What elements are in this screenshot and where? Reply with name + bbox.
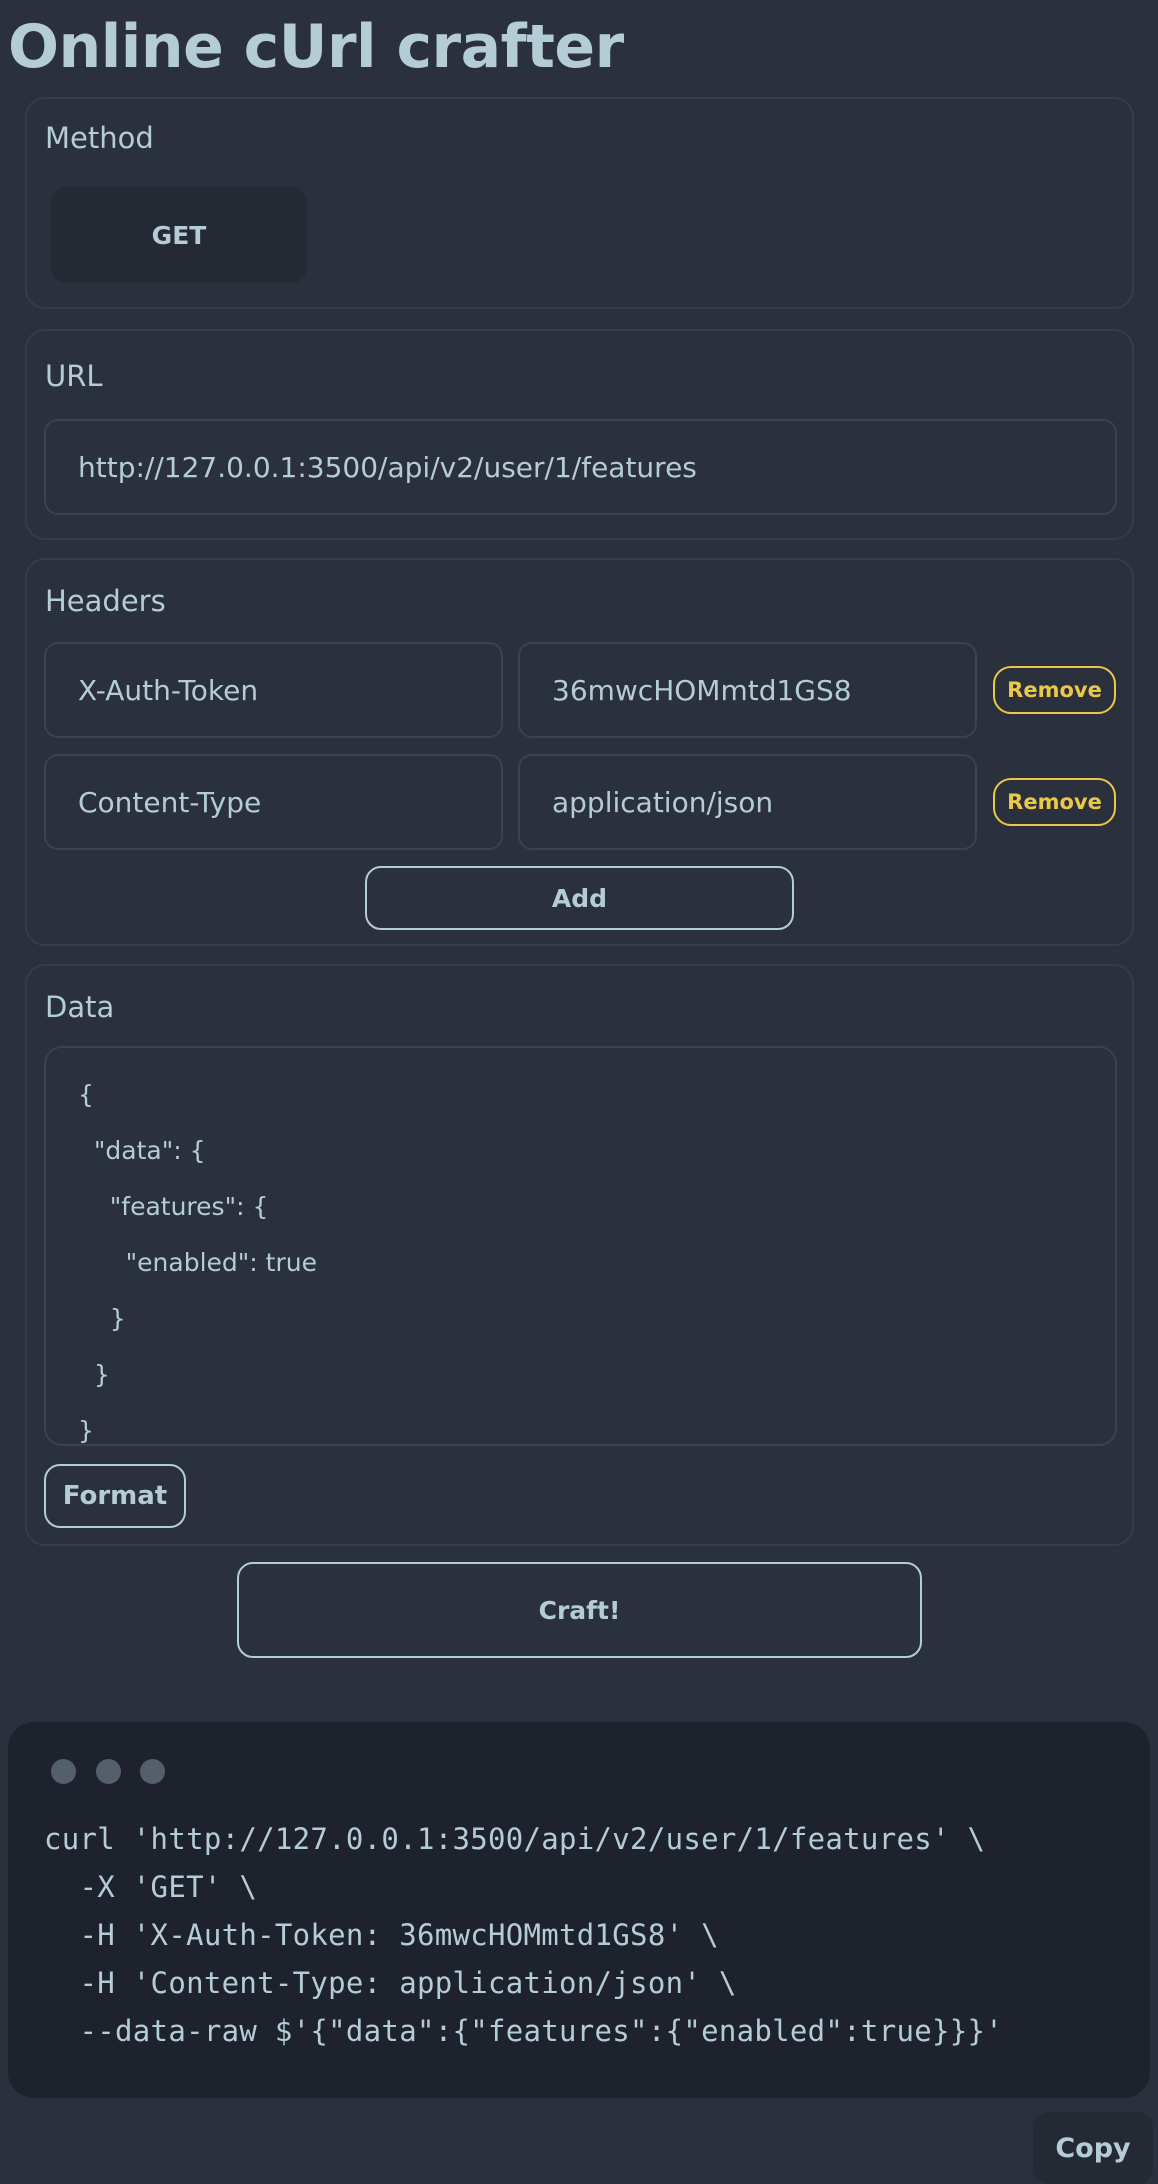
curl-output-panel: curl 'http://127.0.0.1:3500/api/v2/user/…	[8, 1722, 1150, 2098]
headers-label: Headers	[45, 584, 166, 618]
data-line: }	[78, 1304, 126, 1333]
url-card: URL http://127.0.0.1:3500/api/v2/user/1/…	[25, 329, 1134, 540]
curl-output-line: curl 'http://127.0.0.1:3500/api/v2/user/…	[44, 1822, 986, 1856]
data-line: "features": {	[78, 1192, 269, 1221]
data-line: "enabled": true	[78, 1248, 317, 1277]
craft-button[interactable]: Craft!	[237, 1562, 922, 1658]
window-dot-icon	[51, 1759, 76, 1784]
data-line: "data": {	[78, 1136, 206, 1165]
page: Online cUrl crafter Method GET URL http:…	[0, 0, 1158, 2184]
window-dot-icon	[140, 1759, 165, 1784]
curl-output-line: -H 'Content-Type: application/json' \	[44, 1966, 737, 2000]
method-label: Method	[45, 121, 154, 155]
remove-header-button[interactable]: Remove	[993, 778, 1116, 826]
data-line: {	[78, 1080, 94, 1109]
data-label: Data	[45, 990, 115, 1024]
window-dot-icon	[96, 1759, 121, 1784]
url-label: URL	[45, 359, 103, 393]
data-line: }	[78, 1360, 110, 1389]
page-title: Online cUrl crafter	[8, 12, 624, 82]
format-button[interactable]: Format	[44, 1464, 186, 1528]
curl-output-line: -X 'GET' \	[44, 1870, 258, 1904]
headers-card: Headers X-Auth-Token 36mwcHOMmtd1GS8 Rem…	[25, 558, 1134, 946]
url-input[interactable]: http://127.0.0.1:3500/api/v2/user/1/feat…	[44, 419, 1117, 515]
header-value-input[interactable]: 36mwcHOMmtd1GS8	[518, 642, 977, 738]
curl-output-line: -H 'X-Auth-Token: 36mwcHOMmtd1GS8' \	[44, 1918, 719, 1952]
curl-output-line: --data-raw $'{"data":{"features":{"enabl…	[44, 2014, 1004, 2048]
copy-button[interactable]: Copy	[1033, 2112, 1153, 2184]
data-line: }	[78, 1416, 94, 1445]
remove-header-button[interactable]: Remove	[993, 666, 1116, 714]
header-key-input[interactable]: X-Auth-Token	[44, 642, 503, 738]
add-header-button[interactable]: Add	[365, 866, 794, 930]
method-card: Method GET	[25, 97, 1134, 309]
header-value-input[interactable]: application/json	[518, 754, 977, 850]
data-textarea[interactable]: { "data": { "features": { "enabled": tru…	[44, 1046, 1117, 1446]
data-card: Data { "data": { "features": { "enabled"…	[25, 964, 1134, 1546]
header-key-input[interactable]: Content-Type	[44, 754, 503, 850]
method-select-button[interactable]: GET	[51, 187, 307, 283]
